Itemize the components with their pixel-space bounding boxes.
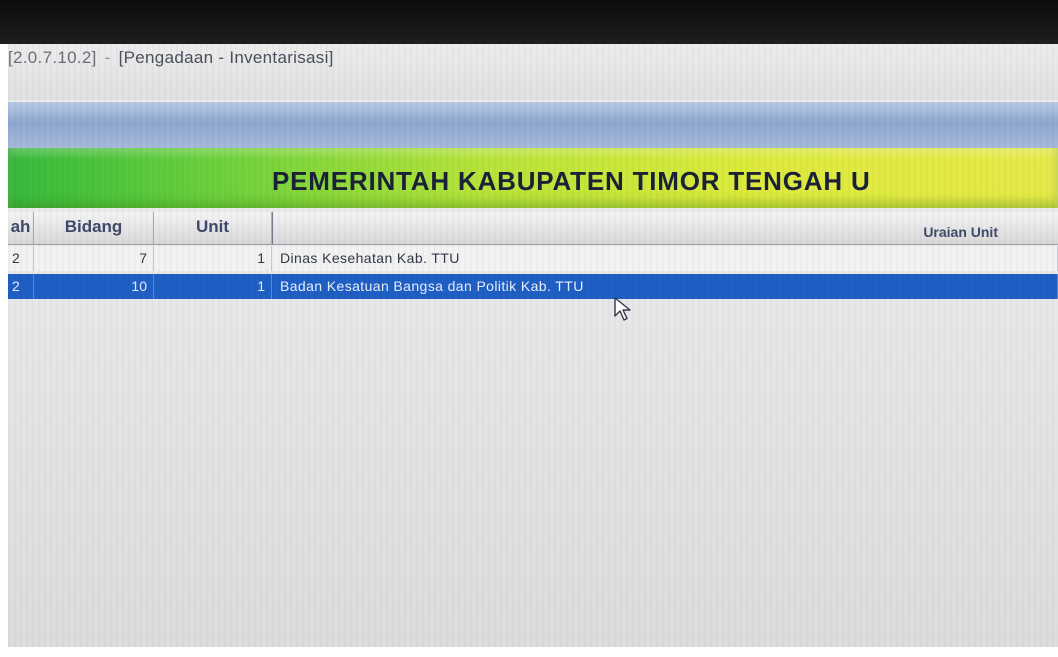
cell-bidang: 10 [34,274,154,299]
column-header-unit[interactable]: Unit [154,212,272,244]
cell-unit: 1 [154,246,272,271]
window-title-bar: [2.0.7.10.2] - [Pengadaan - Inventarisasi] [8,44,1058,100]
cell-bidang: 7 [34,246,154,271]
cell-unit: 1 [154,274,272,299]
cell-uraian-unit: Dinas Kesehatan Kab. TTU [272,246,1058,271]
header-banner: PEMERINTAH KABUPATEN TIMOR TENGAH U [8,148,1058,208]
cell-uraian-unit: Badan Kesatuan Bangsa dan Politik Kab. T… [272,274,1058,299]
app-window: [2.0.7.10.2] - [Pengadaan - Inventarisasi]… [8,44,1058,647]
column-header-uraian-unit[interactable]: Uraian Unit [272,212,1058,244]
screen-bottom-edge [0,647,1058,657]
toolbar-band [8,102,1058,148]
column-header-tahun[interactable]: ah [8,212,34,244]
monitor-bezel-top [0,0,1058,44]
column-header-bidang[interactable]: Bidang [34,212,154,244]
table-row-selected[interactable]: 2 10 1 Badan Kesatuan Bangsa dan Politik… [8,274,1058,299]
window-title-label: [Pengadaan - Inventarisasi] [118,48,334,67]
table-row[interactable]: 2 7 1 Dinas Kesehatan Kab. TTU [8,246,1058,271]
table-header: ah Bidang Unit Uraian Unit [8,212,1058,245]
title-separator: - [104,48,111,67]
window-version: [2.0.7.10.2] [8,48,97,67]
cell-tahun: 2 [8,246,34,271]
window-title: [2.0.7.10.2] - [Pengadaan - Inventarisasi] [8,48,334,68]
mouse-pointer-icon [614,297,631,321]
cell-tahun: 2 [8,274,34,299]
banner-title: PEMERINTAH KABUPATEN TIMOR TENGAH U [272,166,871,196]
